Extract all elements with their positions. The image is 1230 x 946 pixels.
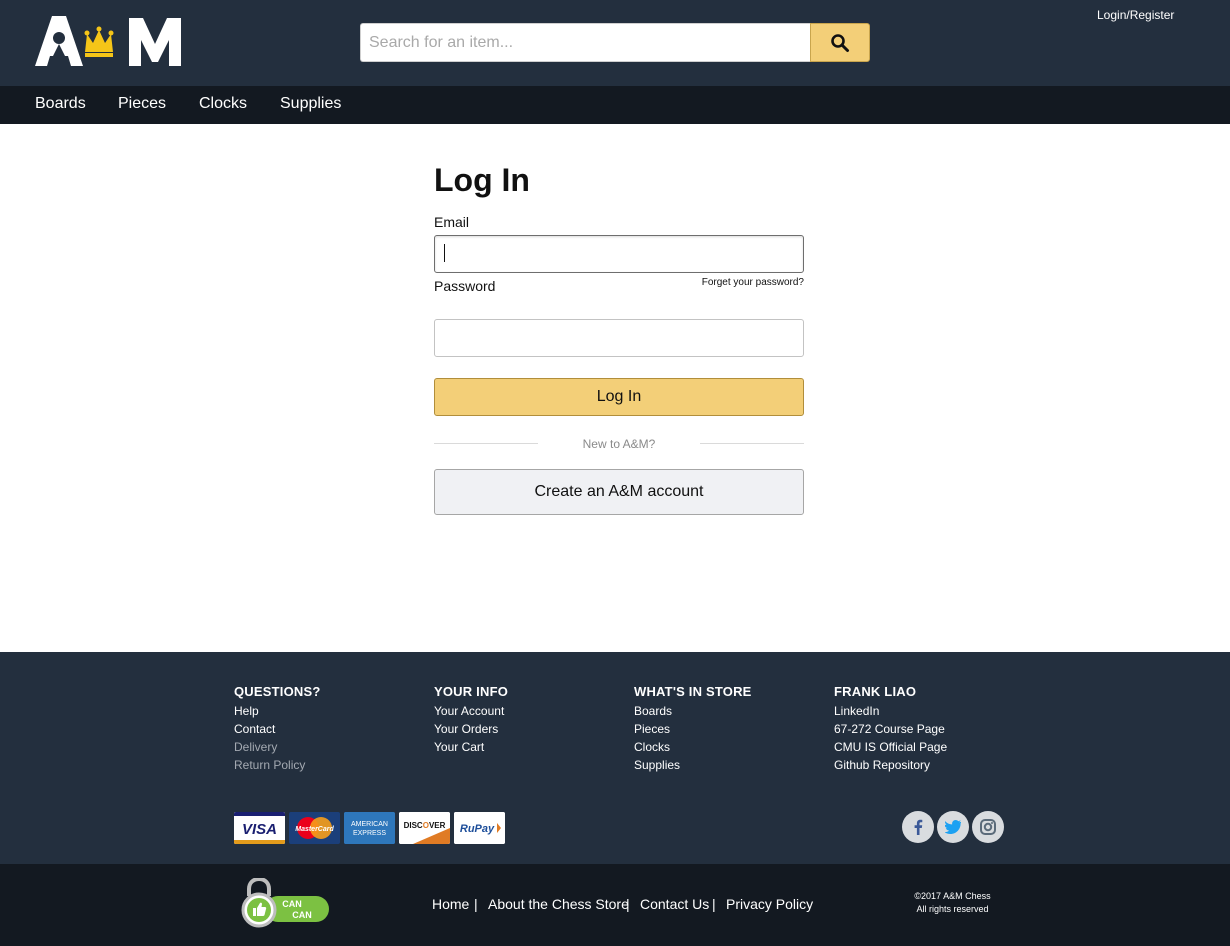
email-label: Email bbox=[434, 214, 470, 230]
create-account-button[interactable]: Create an A&M account bbox=[434, 469, 804, 515]
svg-text:MasterCard: MasterCard bbox=[295, 826, 334, 833]
copyright-line: ©2017 A&M Chess bbox=[914, 891, 991, 901]
new-to-am-text: New to A&M? bbox=[582, 437, 656, 451]
forgot-password-link[interactable]: Forget your password? bbox=[702, 277, 804, 288]
footer: QUESTIONS? Help Contact Delivery Return … bbox=[0, 652, 1230, 864]
search-button[interactable] bbox=[810, 23, 870, 62]
footer-link-supplies[interactable]: Supplies bbox=[634, 756, 834, 774]
footer-heading: WHAT'S IN STORE bbox=[634, 684, 752, 699]
logo[interactable] bbox=[35, 14, 187, 70]
footer-heading: YOUR INFO bbox=[434, 684, 509, 699]
link-separator: | bbox=[626, 896, 630, 912]
search-input[interactable] bbox=[360, 23, 811, 62]
link-separator: | bbox=[474, 896, 478, 912]
mastercard-card-icon: MasterCard bbox=[289, 812, 340, 844]
footer-link-home[interactable]: Home bbox=[432, 896, 469, 912]
nav-item-boards[interactable]: Boards bbox=[35, 95, 86, 113]
footer-link-return-policy[interactable]: Return Policy bbox=[234, 756, 434, 774]
footer-link-about[interactable]: About the Chess Store bbox=[488, 896, 629, 912]
text-cursor bbox=[444, 244, 445, 262]
footer-link-help[interactable]: Help bbox=[234, 702, 434, 720]
discover-card-icon: DISCOVER bbox=[399, 812, 450, 844]
can-can-badge-icon: CAN CAN bbox=[241, 876, 331, 928]
svg-text:DISCOVER: DISCOVER bbox=[404, 821, 446, 830]
footer-heading: FRANK LIAO bbox=[834, 684, 917, 699]
nav-item-supplies[interactable]: Supplies bbox=[280, 95, 341, 113]
footer-link-clocks[interactable]: Clocks bbox=[634, 738, 834, 756]
footer-link-your-cart[interactable]: Your Cart bbox=[434, 738, 634, 756]
footer-link-course-page[interactable]: 67-272 Course Page bbox=[834, 720, 1034, 738]
svg-text:CAN: CAN bbox=[282, 899, 302, 909]
rupay-card-icon: RuPay bbox=[454, 812, 505, 844]
nav-item-clocks[interactable]: Clocks bbox=[199, 95, 247, 113]
email-field-wrap bbox=[434, 235, 804, 273]
footer-column-whats-in-store: WHAT'S IN STORE Boards Pieces Clocks Sup… bbox=[634, 684, 834, 774]
link-separator: | bbox=[712, 896, 716, 912]
login-button[interactable]: Log In bbox=[434, 378, 804, 416]
search-icon bbox=[831, 33, 849, 52]
nav-bar: Boards Pieces Clocks Supplies bbox=[0, 86, 1230, 124]
svg-text:VISA: VISA bbox=[242, 821, 277, 838]
facebook-icon[interactable] bbox=[902, 811, 934, 843]
am-logo-icon bbox=[35, 16, 181, 66]
footer-link-contact[interactable]: Contact bbox=[234, 720, 434, 738]
header: Login/Register bbox=[0, 0, 1230, 86]
footer-link-github[interactable]: Github Repository bbox=[834, 756, 1034, 774]
page-title: Log In bbox=[434, 162, 530, 198]
svg-text:CAN: CAN bbox=[292, 910, 312, 920]
footer-column-your-info: YOUR INFO Your Account Your Orders Your … bbox=[434, 684, 634, 756]
footer-link-your-orders[interactable]: Your Orders bbox=[434, 720, 634, 738]
footer-link-pieces[interactable]: Pieces bbox=[634, 720, 834, 738]
footer-link-your-account[interactable]: Your Account bbox=[434, 702, 634, 720]
twitter-icon[interactable] bbox=[937, 811, 969, 843]
nav-item-pieces[interactable]: Pieces bbox=[118, 95, 166, 113]
login-register-link[interactable]: Login/Register bbox=[1097, 8, 1174, 22]
footer-link-boards[interactable]: Boards bbox=[634, 702, 834, 720]
footer-bottom: CAN CAN Home | About the Chess Store | C… bbox=[0, 864, 1230, 946]
footer-column-frank-liao: FRANK LIAO LinkedIn 67-272 Course Page C… bbox=[834, 684, 1034, 774]
password-field[interactable] bbox=[434, 319, 804, 357]
svg-text:AMERICAN: AMERICAN bbox=[351, 821, 388, 828]
copyright: ©2017 A&M Chess All rights reserved bbox=[900, 890, 1005, 916]
svg-text:EXPRESS: EXPRESS bbox=[353, 830, 386, 837]
footer-link-privacy-policy[interactable]: Privacy Policy bbox=[726, 896, 813, 912]
footer-heading: QUESTIONS? bbox=[234, 684, 321, 699]
footer-link-contact-us[interactable]: Contact Us bbox=[640, 896, 709, 912]
footer-link-delivery[interactable]: Delivery bbox=[234, 738, 434, 756]
footer-column-questions: QUESTIONS? Help Contact Delivery Return … bbox=[234, 684, 434, 774]
footer-link-linkedin[interactable]: LinkedIn bbox=[834, 702, 1034, 720]
amex-card-icon: AMERICAN EXPRESS bbox=[344, 812, 395, 844]
instagram-icon[interactable] bbox=[972, 811, 1004, 843]
search-bar bbox=[360, 23, 870, 62]
footer-link-cmu-is-page[interactable]: CMU IS Official Page bbox=[834, 738, 1034, 756]
divider-right bbox=[700, 443, 804, 444]
email-field[interactable] bbox=[434, 235, 804, 273]
copyright-line: All rights reserved bbox=[916, 904, 989, 914]
password-label: Password bbox=[434, 278, 496, 294]
svg-text:RuPay: RuPay bbox=[460, 823, 495, 835]
visa-card-icon: VISA bbox=[234, 812, 285, 844]
